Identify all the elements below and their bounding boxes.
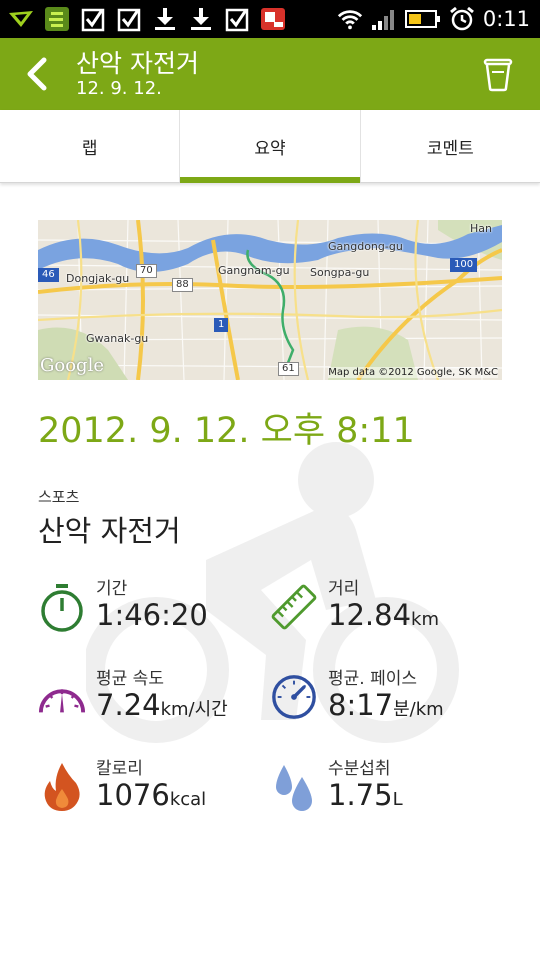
- chevron-left-icon: [27, 57, 47, 91]
- stat-distance: 거리 12.84km: [270, 574, 500, 644]
- map-label: Han: [470, 222, 492, 235]
- workout-datetime: 2012. 9. 12. 오후 8:11: [38, 411, 415, 451]
- speedometer-icon: [38, 672, 86, 722]
- stat-avg-speed: 평균 속도 7.24km/시간: [38, 664, 268, 734]
- route-map[interactable]: Gangdong-gu Dongjak-gu Gangnam-gu Songpa…: [38, 220, 502, 380]
- map-label: Gangdong-gu: [328, 240, 403, 253]
- delete-button[interactable]: [476, 52, 520, 96]
- notification-arrow-icon: [8, 6, 34, 32]
- stat-label: 평균. 페이스: [328, 669, 418, 689]
- wifi-icon: [337, 6, 363, 32]
- tab-laps[interactable]: 랩: [0, 110, 179, 182]
- route-shield: 100: [450, 258, 478, 272]
- page-title: 산악 자전거: [76, 49, 199, 78]
- map-credit: Map data ©2012 Google, SK M&C: [328, 367, 498, 378]
- stat-calories: 칼로리 1076kcal: [38, 754, 268, 824]
- trash-icon: [483, 58, 513, 92]
- page-subtitle: 12. 9. 12.: [76, 78, 162, 99]
- map-label: Gwanak-gu: [86, 332, 149, 345]
- status-icons: 0:11: [337, 4, 530, 34]
- tab-comments[interactable]: 코멘트: [359, 110, 540, 182]
- stat-label: 거리: [328, 579, 360, 599]
- stat-value: 8:17분/km: [328, 688, 444, 722]
- map-label: Dongjak-gu: [66, 272, 130, 285]
- route-shield: 88: [172, 278, 193, 292]
- stat-label: 칼로리: [96, 759, 143, 779]
- map-label: Gangnam-gu: [218, 264, 290, 277]
- stat-value: 1076kcal: [96, 778, 207, 812]
- stat-duration: 기간 1:46:20: [38, 574, 268, 644]
- back-button[interactable]: [16, 52, 56, 96]
- map-label: Songpa-gu: [310, 266, 370, 279]
- stat-value: 1:46:20: [96, 598, 208, 632]
- sport-value: 산악 자전거: [38, 514, 181, 548]
- stat-hydration: 수분섭취 1.75L: [270, 754, 500, 824]
- stopwatch-icon: [38, 582, 86, 632]
- stat-label: 수분섭취: [328, 759, 391, 779]
- checkbox-icon: [80, 6, 106, 32]
- alarm-icon: [449, 6, 475, 32]
- app-badge-icon: [260, 6, 286, 32]
- status-bar: 0:11: [0, 0, 540, 38]
- download-icon: [188, 6, 214, 32]
- checkbox-icon: [224, 6, 250, 32]
- battery-icon: [404, 6, 441, 32]
- water-drops-icon: [270, 762, 318, 812]
- ruler-icon: [270, 582, 318, 632]
- tab-bar: 랩 요약 코멘트: [0, 110, 540, 183]
- route-shield: 70: [136, 264, 157, 278]
- download-icon: [152, 6, 178, 32]
- route-shield: 1: [214, 318, 229, 332]
- stat-value: 12.84km: [328, 598, 439, 632]
- flame-icon: [38, 762, 86, 812]
- checkbox-icon: [116, 6, 142, 32]
- notification-icons: [8, 4, 286, 34]
- stat-label: 평균 속도: [96, 669, 164, 689]
- stat-value: 7.24km/시간: [96, 688, 228, 722]
- map-image: [38, 220, 502, 380]
- signal-icon: [371, 6, 397, 32]
- tab-summary[interactable]: 요약: [179, 110, 360, 183]
- route-shield: 61: [278, 362, 299, 376]
- sport-label: 스포츠: [38, 488, 80, 506]
- google-logo: Google: [40, 355, 104, 376]
- stat-label: 기간: [96, 579, 128, 599]
- action-bar: 산악 자전거 12. 9. 12.: [0, 38, 540, 110]
- gauge-icon: [270, 672, 318, 722]
- clock: 0:11: [482, 7, 530, 31]
- app-notification-icon: [44, 6, 70, 32]
- stat-avg-pace: 평균. 페이스 8:17분/km: [270, 664, 500, 734]
- route-shield: 46: [38, 268, 59, 282]
- stat-value: 1.75L: [328, 778, 403, 812]
